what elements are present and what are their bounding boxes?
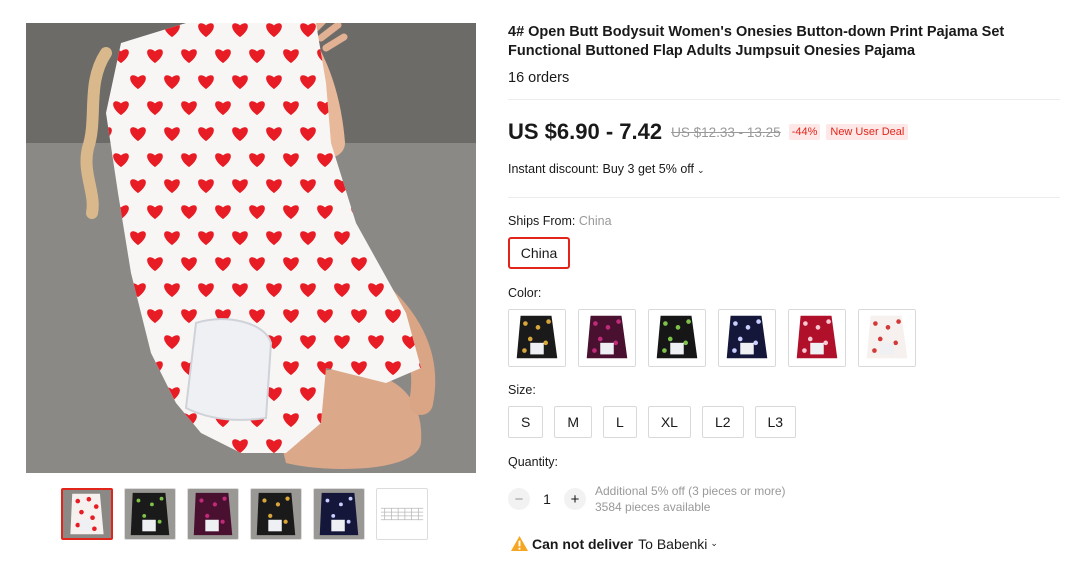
- product-photo-illustration: [26, 23, 476, 473]
- color-label: Color:: [508, 286, 542, 300]
- divider: [508, 99, 1060, 100]
- size-option-l3[interactable]: L3: [754, 406, 797, 438]
- quantity-bulk-discount-note: Additional 5% off (3 pieces or more): [595, 484, 786, 498]
- color-option-white-red-hearts[interactable]: [858, 309, 916, 367]
- quantity-stepper: − 1 + Additional 5% off (3 pieces or mor…: [508, 483, 786, 515]
- current-price: US $6.90 - 7.42: [508, 119, 663, 144]
- size-options: S M L XL L2 L3: [508, 406, 797, 438]
- color-option-black-green-print[interactable]: [648, 309, 706, 367]
- size-option-l[interactable]: L: [603, 406, 637, 438]
- divider: [508, 197, 1060, 198]
- ship-from-option-china[interactable]: China: [508, 237, 570, 269]
- color-option-purple-hearts[interactable]: [578, 309, 636, 367]
- product-title: 4# Open Butt Bodysuit Women's Onesies Bu…: [508, 24, 1005, 59]
- size-option-s[interactable]: S: [508, 406, 544, 438]
- instant-discount-text: Instant discount: Buy 3 get 5% off: [508, 162, 694, 176]
- size-option-l2[interactable]: L2: [701, 406, 744, 438]
- product-info: 4# Open Butt Bodysuit Women's Onesies Bu…: [508, 23, 1060, 86]
- thumbnail-2[interactable]: [124, 488, 176, 540]
- delivery-status-text: Can not deliver: [532, 535, 634, 552]
- size-option-xl[interactable]: XL: [647, 406, 691, 438]
- quantity-decrease-button[interactable]: −: [508, 488, 530, 510]
- quantity-value[interactable]: 1: [530, 491, 564, 507]
- order-count: 16 orders: [508, 70, 570, 86]
- delivery-destination: To Babenki: [638, 535, 708, 552]
- color-option-navy-hearts[interactable]: [718, 309, 776, 367]
- color-option-red-print[interactable]: [788, 309, 846, 367]
- size-option-m[interactable]: M: [554, 406, 593, 438]
- quantity-increase-button[interactable]: +: [564, 488, 586, 510]
- thumbnail-5[interactable]: [313, 488, 365, 540]
- instant-discount[interactable]: Instant discount: Buy 3 get 5% off ⌄: [508, 162, 705, 176]
- chevron-down-icon: ⌄: [710, 538, 718, 548]
- color-options: [508, 309, 916, 367]
- original-price: US $12.33 - 13.25: [671, 124, 781, 140]
- thumbnail-3[interactable]: [187, 488, 239, 540]
- color-option-black-gold-hearts[interactable]: [508, 309, 566, 367]
- quantity-label: Quantity:: [508, 455, 559, 469]
- size-label: Size:: [508, 383, 536, 397]
- thumbnail-4[interactable]: [250, 488, 302, 540]
- price-row: US $6.90 - 7.42 US $12.33 - 13.25 -44% N…: [508, 119, 909, 145]
- quantity-notes: Additional 5% off (3 pieces or more) 358…: [595, 483, 786, 515]
- warning-icon: [511, 535, 528, 552]
- chevron-down-icon: ⌄: [697, 165, 705, 175]
- delivery-status[interactable]: Can not deliver To Babenki ⌄: [510, 535, 718, 552]
- thumbnail-6-size-chart[interactable]: [376, 488, 428, 540]
- main-product-image[interactable]: [26, 23, 476, 473]
- quantity-available-note: 3584 pieces available: [595, 500, 711, 514]
- ships-from-label: Ships From: China: [508, 214, 612, 228]
- ships-from-value: China: [578, 214, 612, 228]
- new-user-deal-badge: New User Deal: [826, 124, 909, 140]
- thumbnail-strip: [61, 488, 428, 540]
- ships-from-title: Ships From:: [508, 214, 576, 228]
- thumbnail-1[interactable]: [61, 488, 113, 540]
- discount-badge: -44%: [788, 124, 821, 140]
